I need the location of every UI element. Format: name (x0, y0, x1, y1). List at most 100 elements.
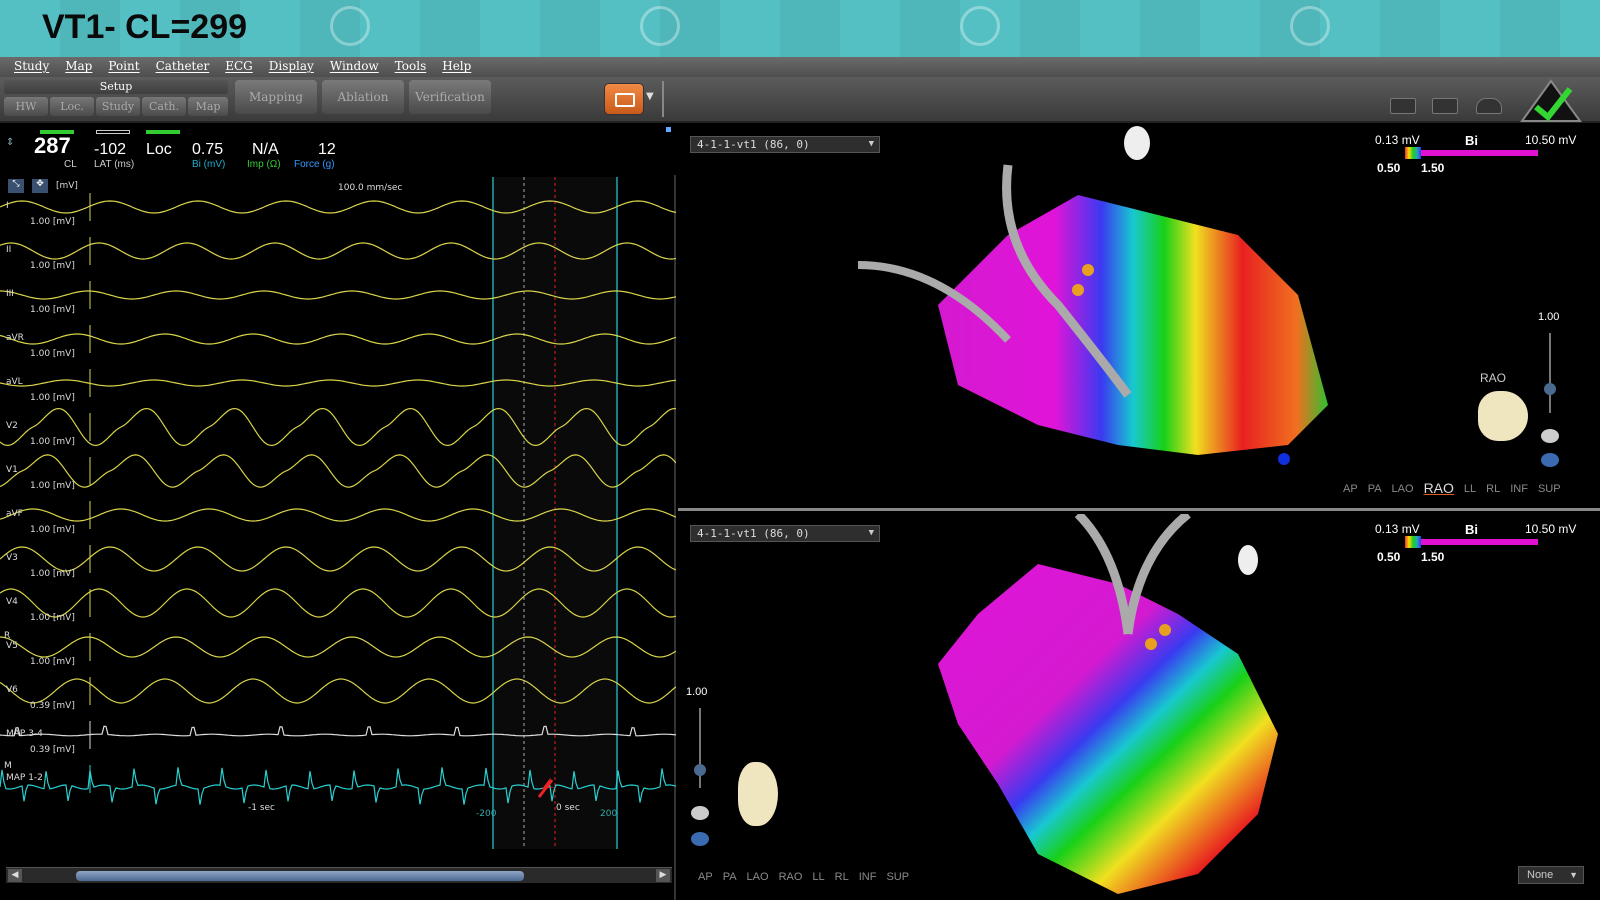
view-ll[interactable]: LL (812, 871, 824, 883)
voltage-map-surface[interactable] (938, 564, 1278, 894)
view-inf[interactable]: INF (859, 871, 877, 883)
zoom-slider[interactable]: 1.00 (686, 686, 709, 846)
lead-gain: 1.00 [mV] (30, 217, 75, 227)
banner-decoration (640, 6, 680, 46)
map-point[interactable] (1278, 453, 1290, 465)
menu-point[interactable]: Point (100, 57, 147, 77)
menu-help[interactable]: Help (434, 57, 479, 77)
lead-gain: 1.00 [mV] (30, 657, 75, 667)
bi-unit: Bi (mV) (192, 159, 226, 170)
view-pa[interactable]: PA (1368, 483, 1382, 496)
tab-loc[interactable]: Loc. (50, 97, 94, 116)
view-lao[interactable]: LAO (1392, 483, 1414, 496)
sweep-speed: 100.0 mm/sec (338, 183, 403, 193)
ablation-point[interactable] (1159, 624, 1171, 636)
map-view-bottom[interactable]: 4-1-1-vt1 (86, 0) ▼ 0.13 mV Bi 10.50 mV … (678, 514, 1600, 900)
lead-label: MAP 1-2 (6, 773, 43, 783)
menu-bar: Study Map Point Catheter ECG Display Win… (0, 57, 1600, 77)
view-ap[interactable]: AP (698, 871, 713, 883)
lead-gain: 1.00 [mV] (30, 613, 75, 623)
cl-unit: CL (64, 159, 77, 170)
ecg-scrollbar[interactable]: ◀ ▶ (6, 867, 672, 883)
ecg-panel: ⇕ 287 CL -102 LAT (ms) Loc 0.75 Bi (mV) … (0, 125, 676, 900)
lead-label: MAP 3-4 (6, 729, 43, 739)
move-tool-icon[interactable]: ✥ (32, 179, 48, 193)
zoom-track[interactable] (1549, 333, 1551, 413)
scroll-thumb[interactable] (76, 871, 524, 881)
zoom-value: 1.00 (1538, 311, 1560, 323)
view-sup[interactable]: SUP (1538, 483, 1561, 496)
zoom-handle[interactable] (694, 764, 706, 776)
bi-value: 0.75 (192, 141, 224, 158)
menu-tools[interactable]: Tools (387, 57, 435, 77)
view-pa[interactable]: PA (723, 871, 737, 883)
anatomy-3d-view[interactable] (678, 125, 1600, 511)
setup-group: Setup HW Loc. Study Cath. Map (4, 80, 228, 118)
zoom-tool-icon[interactable]: ⤡ (8, 179, 24, 193)
menu-study[interactable]: Study (6, 57, 57, 77)
toolbar: Setup HW Loc. Study Cath. Map Mapping Ab… (0, 77, 1600, 123)
view-inf[interactable]: INF (1510, 483, 1528, 496)
view-rl[interactable]: RL (1486, 483, 1500, 496)
banner-decoration (1290, 6, 1330, 46)
status-check-icon[interactable] (1520, 79, 1582, 123)
rotate-icon[interactable] (691, 806, 709, 820)
menu-display[interactable]: Display (261, 57, 322, 77)
tab-hw[interactable]: HW (4, 97, 48, 116)
monitor-icon[interactable] (1390, 98, 1416, 114)
resize-icon[interactable]: ⇕ (6, 137, 14, 148)
zoom-track[interactable] (699, 708, 701, 788)
view-ll[interactable]: LL (1464, 483, 1476, 496)
lead-gain: 1.00 [mV] (30, 349, 75, 359)
ablation-point[interactable] (1145, 638, 1157, 650)
lead-gain: 1.00 [mV] (30, 393, 75, 403)
reset-view-icon[interactable] (1541, 453, 1559, 467)
setup-label[interactable]: Setup (4, 80, 228, 94)
lat-unit: LAT (ms) (94, 159, 135, 170)
anatomy-3d-view[interactable] (678, 514, 1600, 900)
lead-label: V6 (6, 685, 18, 695)
view-rao[interactable]: RAO (1424, 480, 1454, 496)
heart-orientation-icon (1478, 391, 1528, 441)
rotate-icon[interactable] (1541, 429, 1559, 443)
imp-value: N/A (252, 141, 279, 158)
tab-mapping[interactable]: Mapping (235, 80, 317, 114)
chevron-down-icon[interactable]: ▼ (646, 91, 654, 102)
ablation-point[interactable] (1072, 284, 1084, 296)
lead-label: aVR (6, 333, 24, 343)
scroll-right-icon[interactable]: ▶ (656, 869, 670, 882)
zoom-slider[interactable]: 1.00 (1538, 311, 1560, 467)
menu-map[interactable]: Map (57, 57, 100, 77)
snapshot-button[interactable] (604, 83, 644, 115)
menu-window[interactable]: Window (322, 57, 387, 77)
time-label-plus200: 200 (600, 809, 618, 819)
ablation-point[interactable] (1082, 264, 1094, 276)
lead-gain: 1.00 [mV] (30, 305, 75, 315)
overlay-dropdown[interactable]: None ▼ (1518, 866, 1584, 884)
view-rl[interactable]: RL (835, 871, 849, 883)
ecg-canvas (0, 177, 676, 849)
tab-verification[interactable]: Verification (409, 80, 491, 114)
lead-gain: 0.39 [mV] (30, 701, 75, 711)
slide-banner: VT1- CL=299 (0, 0, 1600, 57)
menu-catheter[interactable]: Catheter (148, 57, 218, 77)
menu-ecg[interactable]: ECG (217, 57, 261, 77)
view-rao[interactable]: RAO (779, 871, 803, 883)
view-ap[interactable]: AP (1343, 483, 1358, 496)
tab-ablation[interactable]: Ablation (322, 80, 404, 114)
display-icon[interactable] (1432, 98, 1458, 114)
tab-study[interactable]: Study (96, 97, 140, 116)
tab-map[interactable]: Map (188, 97, 228, 116)
view-lao[interactable]: LAO (747, 871, 769, 883)
map-view-top[interactable]: 4-1-1-vt1 (86, 0) ▼ 0.13 mV Bi 10.50 mV … (678, 125, 1600, 511)
metric-imp: N/A Imp (Ω) (247, 141, 281, 170)
zoom-handle[interactable] (1544, 383, 1556, 395)
scroll-left-icon[interactable]: ◀ (8, 869, 22, 882)
reset-view-icon[interactable] (691, 832, 709, 846)
heart-icon[interactable] (1476, 98, 1502, 114)
orientation-label: RAO (1480, 371, 1507, 385)
tab-cath[interactable]: Cath. (142, 97, 186, 116)
lat-value: -102 (94, 141, 127, 158)
view-sup[interactable]: SUP (886, 871, 909, 883)
ecg-traces: ⤡ ✥ [mV] 100.0 mm/sec I 1.00 [mV] II 1.00 [… (0, 177, 676, 865)
